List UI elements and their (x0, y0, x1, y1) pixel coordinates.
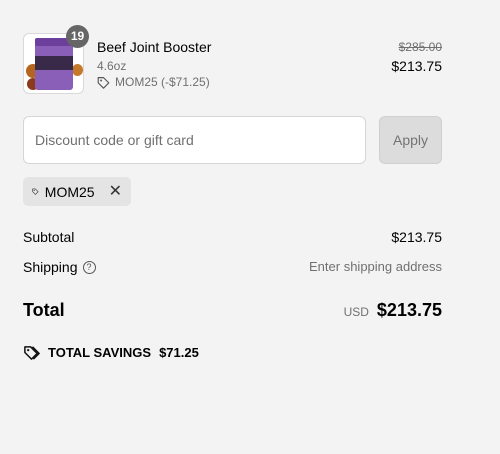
shipping-label: Shipping (23, 259, 78, 275)
subtotal-value: $213.75 (391, 229, 442, 245)
apply-button[interactable]: Apply (379, 116, 442, 164)
product-bag-label (35, 56, 73, 70)
total-amount-group: USD $213.75 (344, 300, 442, 321)
remove-code-icon[interactable]: ✕ (109, 183, 122, 200)
discount-form: Apply (23, 116, 442, 164)
total-savings: TOTAL SAVINGS $71.25 (23, 344, 199, 361)
currency-code: USD (343, 305, 369, 319)
subtotal-label: Subtotal (23, 229, 75, 245)
shipping-value: Enter shipping address (309, 259, 442, 274)
line-item: 19 Beef Joint Booster 4.6oz MOM25 (-$71.… (23, 25, 442, 94)
applied-discount-chip: MOM25 ✕ (23, 177, 131, 206)
product-discount: MOM25 (-$71.25) (97, 75, 210, 89)
product-variant: 4.6oz (97, 59, 127, 73)
tag-icon (97, 76, 110, 89)
tag-icon (32, 188, 39, 195)
discount-code-input[interactable] (23, 116, 366, 164)
food-illustration (72, 64, 83, 76)
shipping-label-group: Shipping ? (23, 259, 96, 275)
savings-label: TOTAL SAVINGS (48, 345, 152, 360)
total-value: $213.75 (376, 300, 442, 320)
line-price: $213.75 (391, 58, 442, 74)
tag-icon (24, 346, 40, 360)
product-discount-label: MOM25 (-$71.25) (115, 75, 210, 89)
help-icon[interactable]: ? (82, 260, 96, 274)
applied-code-label: MOM25 (44, 183, 95, 200)
savings-value: $71.25 (159, 345, 199, 360)
quantity-badge: 19 (66, 25, 89, 48)
total-label: Total (23, 300, 65, 320)
product-name: Beef Joint Booster (97, 39, 212, 55)
original-price: $285.00 (398, 40, 442, 54)
